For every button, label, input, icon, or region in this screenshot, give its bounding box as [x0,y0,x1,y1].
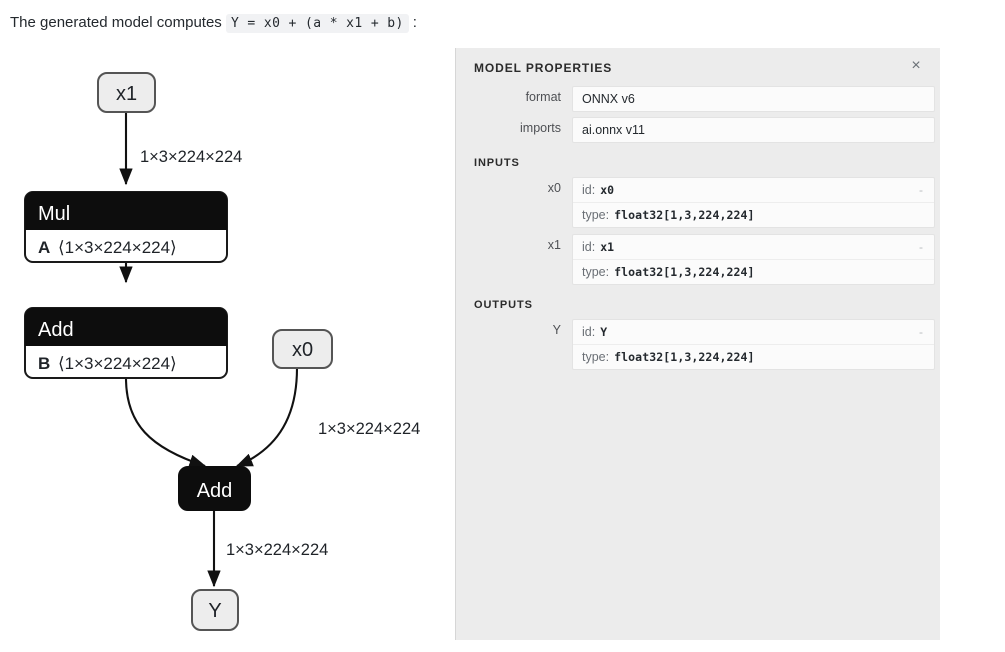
property-label: format [525,90,561,104]
output-id-line: id: Y - [573,320,934,345]
edge-label-x1-to-mul: 1×3×224×224 [140,148,242,166]
input-card[interactable]: id: x0 - type: float32[1,3,224,224] [572,177,935,228]
input-type-key: type: [582,265,610,279]
panel-title: MODEL PROPERTIES [474,61,613,75]
input-id-key: id: [582,183,596,197]
close-icon[interactable]: × [904,54,928,78]
input-id-value: x0 [600,183,615,197]
edge-add1-to-add2 [124,377,207,468]
input-id-value: x1 [600,240,615,254]
input-id-wrap: id: x0 [582,180,614,200]
output-id-wrap: id: Y [582,322,607,342]
property-row: imports ai.onnx v11 [456,117,940,143]
property-value[interactable]: ONNX v6 [572,86,935,112]
graph-node-x1[interactable]: x1 [97,72,156,113]
graph-node-mul-title: Mul [38,203,70,225]
graph-node-add1-arg-name: B [38,354,50,373]
output-card[interactable]: id: Y - type: float32[1,3,224,224] [572,319,935,370]
intro-code-expression: Y = x0 + (a * x1 + b) [225,14,409,33]
model-graph-canvas[interactable]: 1×3×224×224 1×3×224×224 1×3×224×224 x1 M… [0,44,455,652]
input-type-value: float32[1,3,224,224] [614,208,755,222]
graph-node-add1-title: Add [38,319,74,341]
input-card[interactable]: id: x1 - type: float32[1,3,224,224] [572,234,935,285]
graph-node-mul[interactable]: Mul A ⟨1×3×224×224⟩ [24,191,228,263]
property-value[interactable]: ai.onnx v11 [572,117,935,143]
input-name: x0 [547,181,561,195]
model-properties-panel: MODEL PROPERTIES × format ONNX v6 imports a… [455,48,940,640]
output-type-key: type: [582,350,610,364]
outputs-list: Yid: Y - type: float32[1,3,224,224] [456,319,940,370]
model-properties-list: format ONNX v6 imports ai.onnx v11 [456,86,940,143]
inputs-section-title: INPUTS [474,157,520,169]
intro-text-before: The generated model computes [10,14,222,31]
output-name: Y [552,323,561,337]
inputs-list: x0 id: x0- type: float32[1,3,224,224] x1 id: x1… [456,177,940,285]
property-row: format ONNX v6 [456,86,940,112]
input-id-wrap: id: x1 [582,237,614,257]
graph-node-x0-label: x0 [292,339,313,361]
input-row: x0 id: x0 - type: float32[1,3,224,224] [456,177,940,228]
output-id-value: Y [600,325,608,339]
panel-header: MODEL PROPERTIES × [456,48,940,86]
graph-node-mul-arg-name: A [38,238,50,257]
property-label: imports [520,121,561,135]
intro-paragraph: The generated model computes Y = x0 + (a… [10,12,417,35]
edge-label-x0-to-add2: 1×3×224×224 [318,420,420,438]
collapse-toggle-icon[interactable]: - [919,237,925,257]
output-row: Yid: Y - type: float32[1,3,224,224] [456,319,940,370]
output-type-line: type: float32[1,3,224,224] [573,345,934,369]
input-type-line: type: float32[1,3,224,224] [573,260,934,284]
input-type-value: float32[1,3,224,224] [614,265,755,279]
input-type-line: type: float32[1,3,224,224] [573,203,934,227]
collapse-toggle-icon[interactable]: - [919,180,925,200]
graph-node-add2-title: Add [197,480,233,502]
graph-node-y-label: Y [208,600,221,622]
input-id-key: id: [582,240,596,254]
graph-node-add2[interactable]: Add [178,466,251,511]
input-id-line: id: x1 - [573,235,934,260]
collapse-toggle-icon[interactable]: - [919,322,925,342]
input-name: x1 [547,238,561,252]
input-id-line: id: x0 - [573,178,934,203]
graph-node-x0[interactable]: x0 [272,329,333,369]
outputs-section-title: OUTPUTS [474,299,533,311]
graph-node-add1[interactable]: Add B ⟨1×3×224×224⟩ [24,307,228,379]
graph-node-add1-arg-shape: ⟨1×3×224×224⟩ [58,354,177,373]
graph-node-mul-arg-shape: ⟨1×3×224×224⟩ [58,238,177,257]
output-id-key: id: [582,325,596,339]
input-type-key: type: [582,208,610,222]
intro-text-after: : [412,14,417,31]
edge-x0-to-add2 [235,367,299,467]
output-type-value: float32[1,3,224,224] [614,350,755,364]
input-row: x1 id: x1 - type: float32[1,3,224,224] [456,234,940,285]
graph-node-y[interactable]: Y [191,589,239,631]
edge-label-add2-to-y: 1×3×224×224 [226,541,328,559]
graph-node-x1-label: x1 [116,83,137,105]
